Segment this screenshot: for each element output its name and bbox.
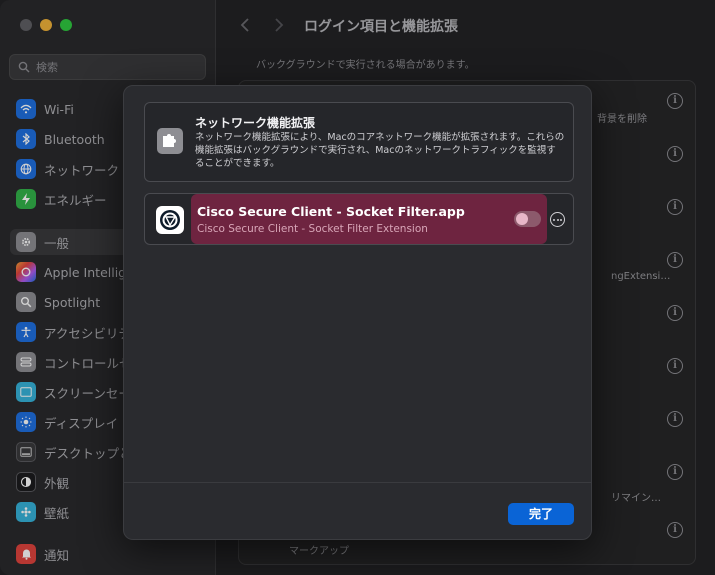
extension-name: Cisco Secure Client - Socket Filter.app: [197, 204, 465, 219]
sheet-heading: ネットワーク機能拡張: [195, 116, 316, 130]
more-options-icon[interactable]: [550, 212, 565, 227]
sheet-description: ネットワーク機能拡張により、Macのコアネットワーク機能が拡張されます。これらの…: [195, 132, 565, 169]
cisco-secure-client-icon: [156, 206, 184, 234]
sheet-divider: [124, 482, 591, 483]
network-extensions-sheet: ネットワーク機能拡張 ネットワーク機能拡張により、Macのコアネットワーク機能が…: [123, 85, 592, 540]
extension-subtitle: Cisco Secure Client - Socket Filter Exte…: [197, 223, 428, 235]
row-highlight: [191, 194, 547, 244]
puzzle-piece-icon: [157, 128, 183, 154]
toggle-knob: [516, 213, 528, 225]
done-button[interactable]: 完了: [508, 503, 574, 525]
extension-toggle[interactable]: [514, 211, 541, 227]
settings-window: 検索 Wi-Fi Bluetooth ネットワーク エネルギー 一般 Apple…: [0, 0, 715, 575]
extension-info-box: ネットワーク機能拡張 ネットワーク機能拡張により、Macのコアネットワーク機能が…: [144, 102, 574, 182]
extension-row: Cisco Secure Client - Socket Filter.app …: [144, 193, 574, 245]
